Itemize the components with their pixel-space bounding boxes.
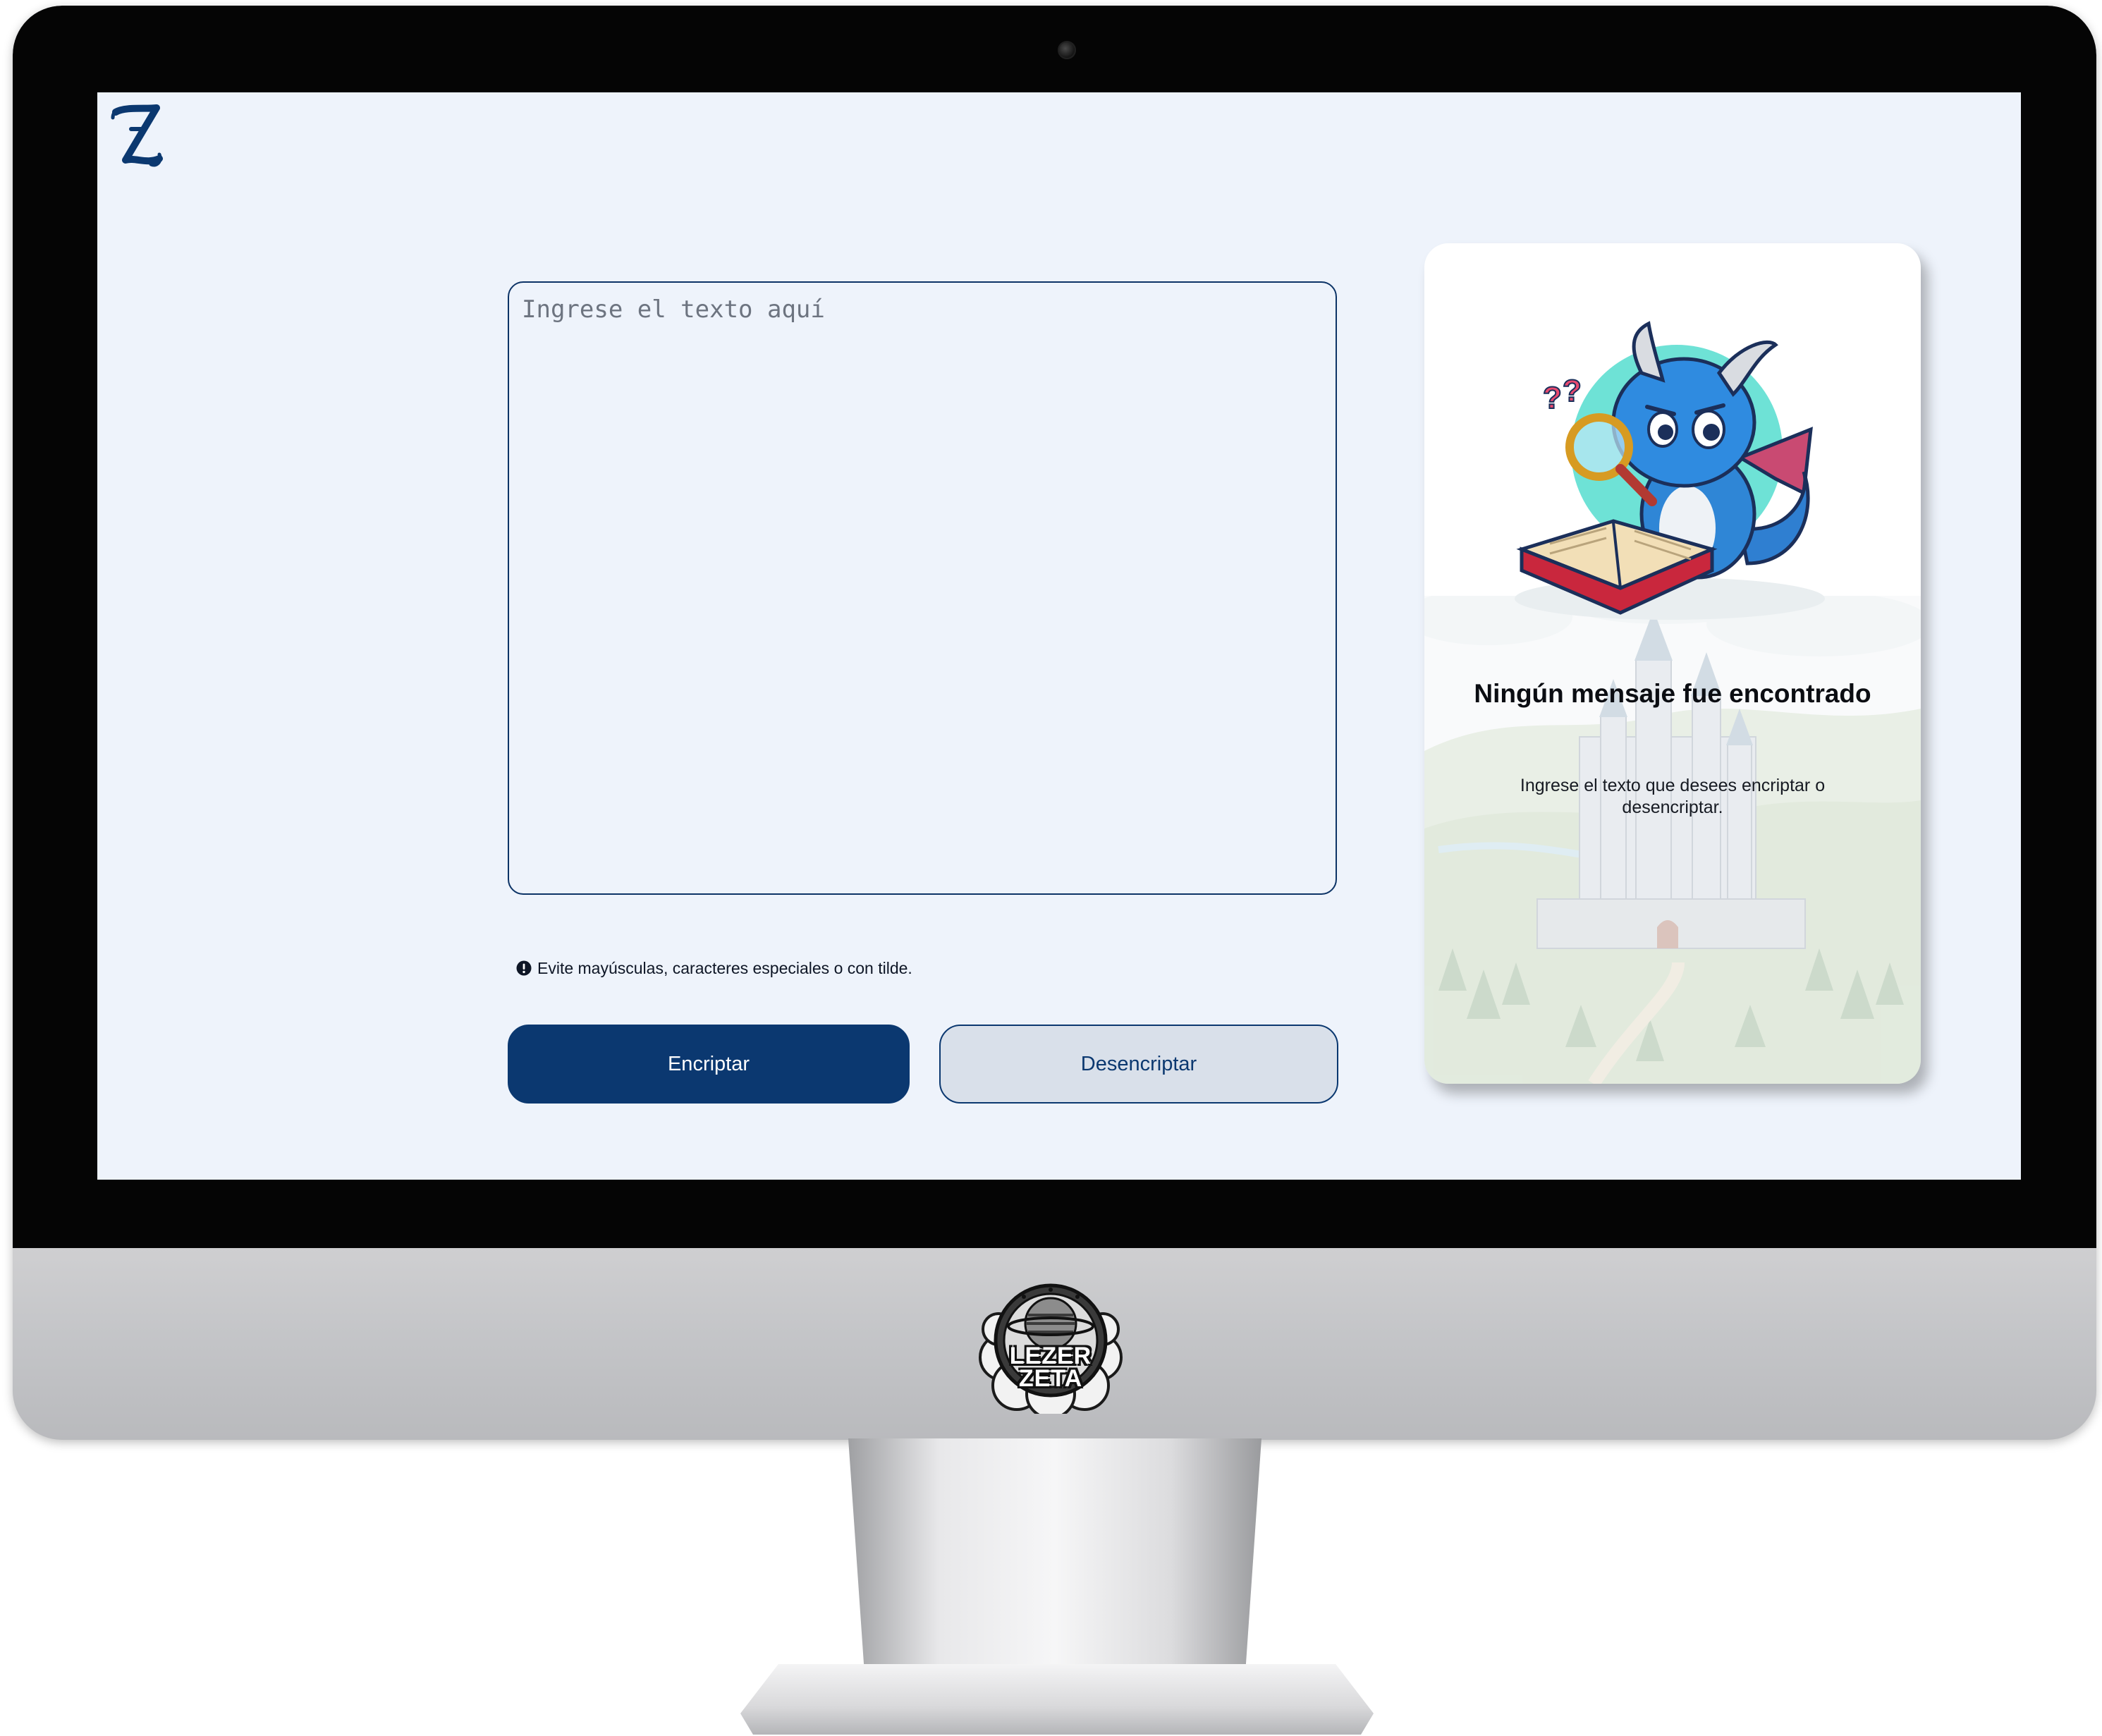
svg-text:?: ? xyxy=(1563,374,1582,408)
app-logo[interactable] xyxy=(110,102,164,170)
brand-logo: LEZER ZETA xyxy=(974,1273,1127,1419)
input-notice: Evite mayúsculas, caracteres especiales … xyxy=(516,957,912,979)
monitor-stand-base xyxy=(740,1664,1374,1735)
screen: Evite mayúsculas, caracteres especiales … xyxy=(97,92,2021,1180)
info-icon xyxy=(516,960,532,976)
encrypt-button[interactable]: Encriptar xyxy=(508,1025,910,1104)
svg-text:?: ? xyxy=(1543,381,1562,415)
desktop-mockup: LEZER ZETA Evite mayúsculas, caracteres … xyxy=(0,0,2102,1736)
camera-icon xyxy=(1058,41,1076,59)
result-title: Ningún mensaje fue encontrado xyxy=(1474,679,1871,708)
result-message: Ingrese el texto que desees encriptar o … xyxy=(1520,776,1826,817)
dragon-illustration: ? ? xyxy=(1515,321,1825,620)
message-input[interactable] xyxy=(508,281,1337,895)
z-logo-icon xyxy=(111,104,163,167)
monitor-stand xyxy=(848,1438,1261,1678)
castle-landscape-image xyxy=(1424,596,1921,1084)
brand-logo-text: LEZER ZETA xyxy=(1009,1343,1092,1392)
input-notice-text: Evite mayúsculas, caracteres especiales … xyxy=(537,958,912,977)
result-panel: ? ? Ningún mensaje fue encontrado Ingres… xyxy=(1424,243,1921,1084)
decrypt-button[interactable]: Desencriptar xyxy=(939,1025,1338,1104)
